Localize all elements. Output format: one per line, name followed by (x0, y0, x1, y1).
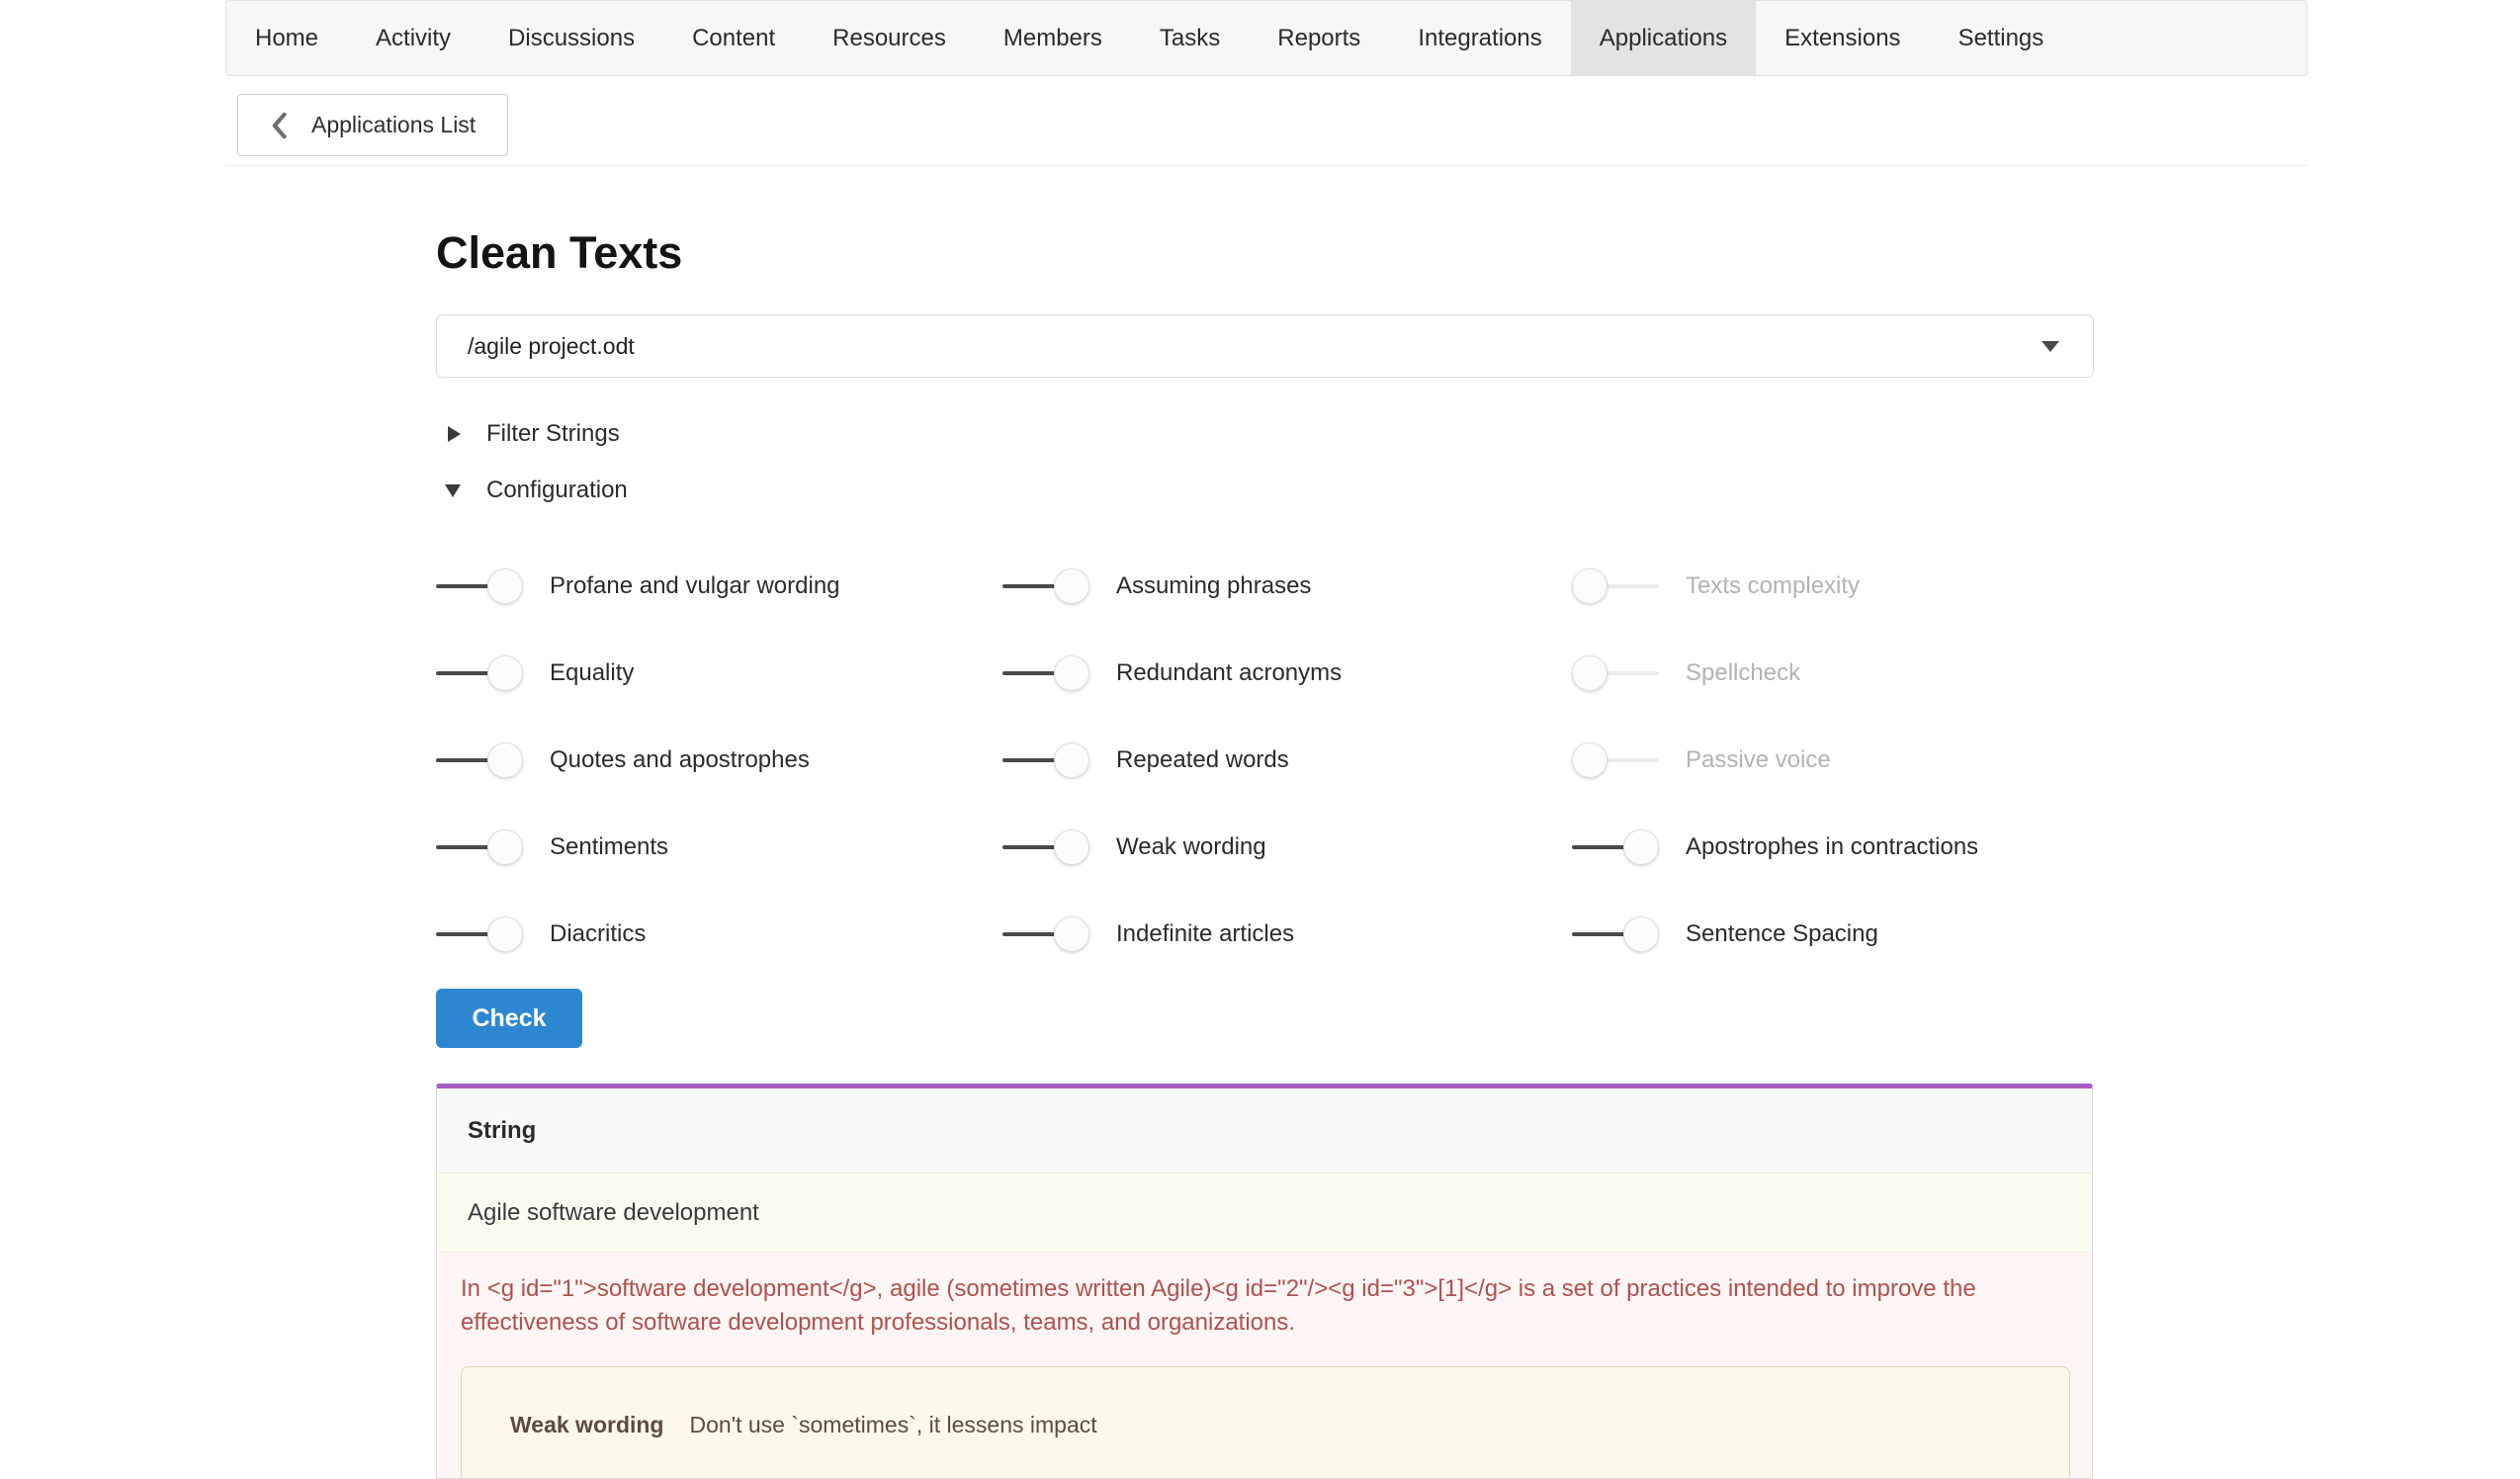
section-label: Filter Strings (486, 420, 620, 448)
toggle-label: Redundant acronyms (1116, 659, 1342, 687)
string-row[interactable]: Agile software development (437, 1174, 2092, 1253)
toggle-switch[interactable] (436, 742, 523, 778)
toggle-label: Texts complexity (1686, 572, 1860, 600)
triangle-right-icon (448, 426, 461, 442)
toggle-switch[interactable] (1572, 655, 1659, 691)
warning-box: Weak wording Don't use `sometimes`, it l… (461, 1366, 2070, 1479)
toggle-sentiments[interactable]: Sentiments (436, 829, 668, 865)
toggle-switch[interactable] (1002, 916, 1089, 952)
switch-knob (487, 655, 523, 691)
toggle-label: Indefinite articles (1116, 920, 1294, 948)
switch-knob (487, 742, 523, 778)
nav-item-home[interactable]: Home (226, 1, 347, 75)
section-label: Configuration (486, 477, 628, 504)
toggle-label: Quotes and apostrophes (550, 746, 810, 774)
issue-section: In <g id="1">software development</g>, a… (437, 1253, 2092, 1479)
toggle-switch[interactable] (436, 916, 523, 952)
section-filter-strings[interactable]: Filter Strings (436, 416, 620, 452)
switch-knob (1054, 829, 1089, 865)
issue-text: In <g id="1">software development</g>, a… (461, 1272, 2068, 1340)
toggle-repeated-words[interactable]: Repeated words (1002, 742, 1289, 778)
switch-knob (1054, 916, 1089, 952)
toggle-label: Equality (550, 659, 634, 687)
switch-knob (1572, 655, 1608, 691)
toggle-switch[interactable] (436, 829, 523, 865)
results-panel: String Agile software development In <g … (436, 1084, 2093, 1479)
switch-knob (487, 829, 523, 865)
switch-knob (1623, 829, 1659, 865)
section-configuration[interactable]: Configuration (436, 473, 628, 508)
toggle-profane-and-vulgar-wording[interactable]: Profane and vulgar wording (436, 568, 840, 604)
toggle-label: Repeated words (1116, 746, 1289, 774)
toggle-label: Sentence Spacing (1686, 920, 1878, 948)
toggle-switch[interactable] (1002, 742, 1089, 778)
chevron-left-icon (270, 112, 288, 139)
toggle-label: Apostrophes in contractions (1686, 833, 1978, 861)
file-select-value: /agile project.odt (468, 333, 2042, 360)
toggle-label: Passive voice (1686, 746, 1831, 774)
warning-category: Weak wording (510, 1412, 664, 1438)
toggle-spellcheck[interactable]: Spellcheck (1572, 655, 1800, 691)
switch-knob (487, 916, 523, 952)
toggle-equality[interactable]: Equality (436, 655, 634, 691)
caret-down-icon (2042, 341, 2059, 352)
toggle-sentence-spacing[interactable]: Sentence Spacing (1572, 916, 1878, 952)
main-content: Clean Texts /agile project.odt Filter St… (436, 0, 2094, 1479)
toggle-switch[interactable] (436, 655, 523, 691)
toggle-switch[interactable] (1572, 568, 1659, 604)
toggle-label: Spellcheck (1686, 659, 1800, 687)
switch-knob (1572, 568, 1608, 604)
toggle-label: Assuming phrases (1116, 572, 1311, 600)
results-header: String (437, 1088, 2092, 1174)
toggle-label: Weak wording (1116, 833, 1266, 861)
switch-knob (1623, 916, 1659, 952)
toggle-label: Profane and vulgar wording (550, 572, 840, 600)
toggle-label: Sentiments (550, 833, 668, 861)
switch-knob (1572, 742, 1608, 778)
toggle-switch[interactable] (1002, 655, 1089, 691)
toggle-switch[interactable] (1572, 742, 1659, 778)
toggle-switch[interactable] (436, 568, 523, 604)
toggle-switch[interactable] (1572, 829, 1659, 865)
switch-knob (1054, 742, 1089, 778)
triangle-down-icon (445, 484, 461, 497)
toggle-switch[interactable] (1572, 916, 1659, 952)
toggle-assuming-phrases[interactable]: Assuming phrases (1002, 568, 1311, 604)
toggle-diacritics[interactable]: Diacritics (436, 916, 646, 952)
toggle-quotes-and-apostrophes[interactable]: Quotes and apostrophes (436, 742, 810, 778)
switch-knob (1054, 568, 1089, 604)
toggle-passive-voice[interactable]: Passive voice (1572, 742, 1831, 778)
toggle-weak-wording[interactable]: Weak wording (1002, 829, 1266, 865)
toggle-apostrophes-in-contractions[interactable]: Apostrophes in contractions (1572, 829, 1978, 865)
switch-knob (487, 568, 523, 604)
switch-knob (1054, 655, 1089, 691)
toggle-texts-complexity[interactable]: Texts complexity (1572, 568, 1860, 604)
page-title: Clean Texts (436, 227, 682, 279)
warning-message: Don't use `sometimes`, it lessens impact (690, 1412, 1097, 1438)
toggle-switch[interactable] (1002, 568, 1089, 604)
toggle-switch[interactable] (1002, 829, 1089, 865)
check-button[interactable]: Check (436, 989, 582, 1048)
toggle-indefinite-articles[interactable]: Indefinite articles (1002, 916, 1294, 952)
file-select[interactable]: /agile project.odt (436, 314, 2094, 378)
toggle-label: Diacritics (550, 920, 646, 948)
toggle-redundant-acronyms[interactable]: Redundant acronyms (1002, 655, 1342, 691)
